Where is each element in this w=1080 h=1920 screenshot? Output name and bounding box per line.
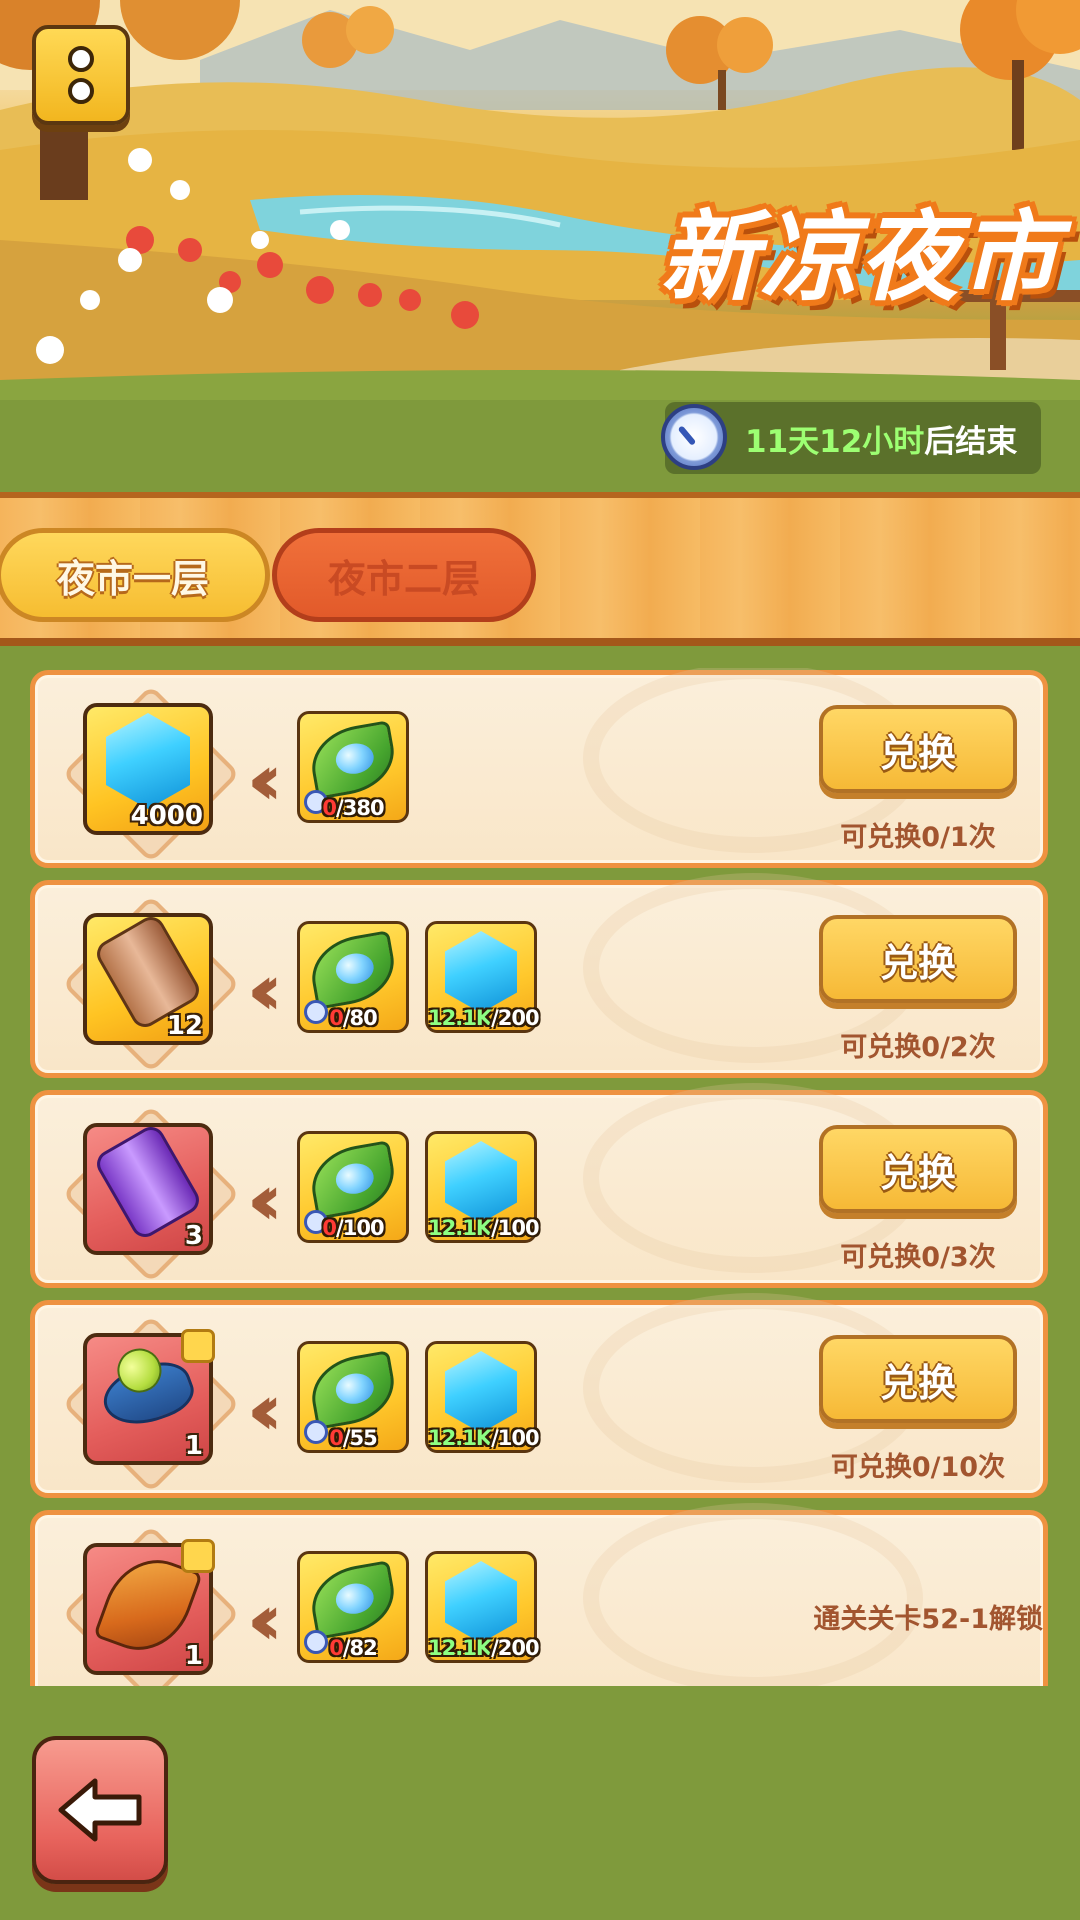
exchange-row: 1 ‹‹ 0/82 12.1K/200 通关关卡52-1解锁 [30, 1503, 1048, 1686]
back-button[interactable] [32, 1736, 168, 1884]
exchange-row: 1 ‹‹ 0/55 12.1K/100 兑换 可兑换0/10次 [30, 1293, 1048, 1498]
double-chevron-left-icon: ‹‹ [247, 949, 282, 1031]
timer-value: 11天12小时 [745, 423, 925, 460]
blue-gem-icon [445, 1561, 517, 1643]
leaf-token-icon [305, 930, 401, 1010]
blue-gem-icon [445, 931, 517, 1013]
exchange-row: 12 ‹‹ 0/80 12.1K/200 兑换 可兑换0/2次 [30, 873, 1048, 1078]
blue-gem-icon [445, 1141, 517, 1223]
exchange-row: 3 ‹‹ 0/100 12.1K/100 兑换 可兑换0/3次 [30, 1083, 1048, 1288]
cost-item[interactable]: 0/80 [297, 921, 409, 1033]
menu-dot-icon [68, 78, 94, 104]
double-chevron-left-icon: ‹‹ [247, 1579, 282, 1661]
reward-quantity: 4000 [130, 801, 203, 831]
event-timer: 11天12小时 后结束 [661, 402, 1041, 474]
exchange-limit-text: 可兑换0/10次 [830, 1452, 1006, 1483]
exchange-limit-text: 可兑换0/1次 [840, 822, 996, 853]
cost-item[interactable]: 12.1K/200 [425, 1551, 540, 1663]
event-banner: 新凉夜市 11天12小时 后结束 [0, 0, 1080, 490]
puzzle-fragment-icon [181, 1329, 215, 1363]
exchange-button[interactable]: 兑换 [819, 915, 1017, 1003]
cost-item[interactable]: 0/82 [297, 1551, 409, 1663]
cost-item[interactable]: 0/55 [297, 1341, 409, 1453]
row-background-swirl [583, 1503, 923, 1686]
tab-night-market-floor-2[interactable]: 夜市二层 [272, 528, 536, 622]
exchange-list[interactable]: 4000 ‹‹ 0/380 兑换 可兑换0/1次 12 ‹‹ 0/80 12.1… [28, 668, 1050, 1686]
blue-gem-icon [106, 713, 190, 809]
leaf-token-icon [305, 1560, 401, 1640]
reward-item[interactable]: 1 [83, 1539, 215, 1675]
cost-amount: 0/100 [322, 1216, 384, 1240]
exchange-button[interactable]: 兑换 [819, 1335, 1017, 1423]
reward-item[interactable]: 3 [83, 1121, 213, 1255]
exchange-button[interactable]: 兑换 [819, 1125, 1017, 1213]
tab-bar: 夜市一层 夜市二层 [0, 492, 1080, 646]
reward-quantity: 1 [184, 1641, 203, 1671]
menu-button[interactable] [32, 25, 130, 125]
back-arrow-icon [58, 1778, 142, 1842]
exchange-limit-text: 可兑换0/2次 [840, 1032, 996, 1063]
reward-item[interactable]: 1 [83, 1329, 215, 1465]
timer-suffix: 后结束 [924, 423, 1018, 460]
cost-amount: 0/80 [329, 1006, 378, 1030]
event-title: 新凉夜市 [659, 201, 1060, 315]
cost-item[interactable]: 0/380 [297, 711, 409, 823]
exchange-row: 4000 ‹‹ 0/380 兑换 可兑换0/1次 [30, 668, 1048, 868]
cost-amount: 12.1K/100 [428, 1426, 540, 1450]
cost-amount: 0/55 [329, 1426, 378, 1450]
menu-dot-icon [68, 46, 94, 72]
reward-quantity: 1 [184, 1431, 203, 1461]
exchange-limit-text: 可兑换0/3次 [840, 1242, 996, 1273]
exchange-button[interactable]: 兑换 [819, 705, 1017, 793]
puzzle-fragment-icon [181, 1539, 215, 1573]
cost-item[interactable]: 12.1K/100 [425, 1131, 540, 1243]
cost-item[interactable]: 12.1K/100 [425, 1341, 540, 1453]
leaf-token-icon [305, 1350, 401, 1430]
reward-quantity: 3 [184, 1221, 203, 1251]
cost-amount: 0/82 [329, 1636, 378, 1660]
unlock-requirement-text: 通关关卡52-1解锁 [813, 1604, 1043, 1635]
cost-item[interactable]: 0/100 [297, 1131, 409, 1243]
cost-amount: 12.1K/100 [428, 1216, 540, 1240]
reward-quantity: 12 [166, 1011, 203, 1041]
reward-item[interactable]: 12 [83, 911, 213, 1045]
leaf-token-icon [305, 1140, 401, 1220]
reward-item[interactable]: 4000 [83, 703, 213, 835]
blue-gem-icon [445, 1351, 517, 1433]
leaf-token-icon [305, 720, 401, 800]
double-chevron-left-icon: ‹‹ [247, 1369, 282, 1451]
double-chevron-left-icon: ‹‹ [247, 739, 282, 821]
seed-pod-fragment-icon [96, 1352, 200, 1436]
cost-amount: 12.1K/200 [428, 1006, 540, 1030]
double-chevron-left-icon: ‹‹ [247, 1159, 282, 1241]
tab-night-market-floor-1[interactable]: 夜市一层 [0, 528, 270, 622]
cost-amount: 12.1K/200 [428, 1636, 540, 1660]
cost-amount: 0/380 [322, 796, 384, 820]
clock-icon [661, 404, 727, 470]
cost-item[interactable]: 12.1K/200 [425, 921, 540, 1033]
